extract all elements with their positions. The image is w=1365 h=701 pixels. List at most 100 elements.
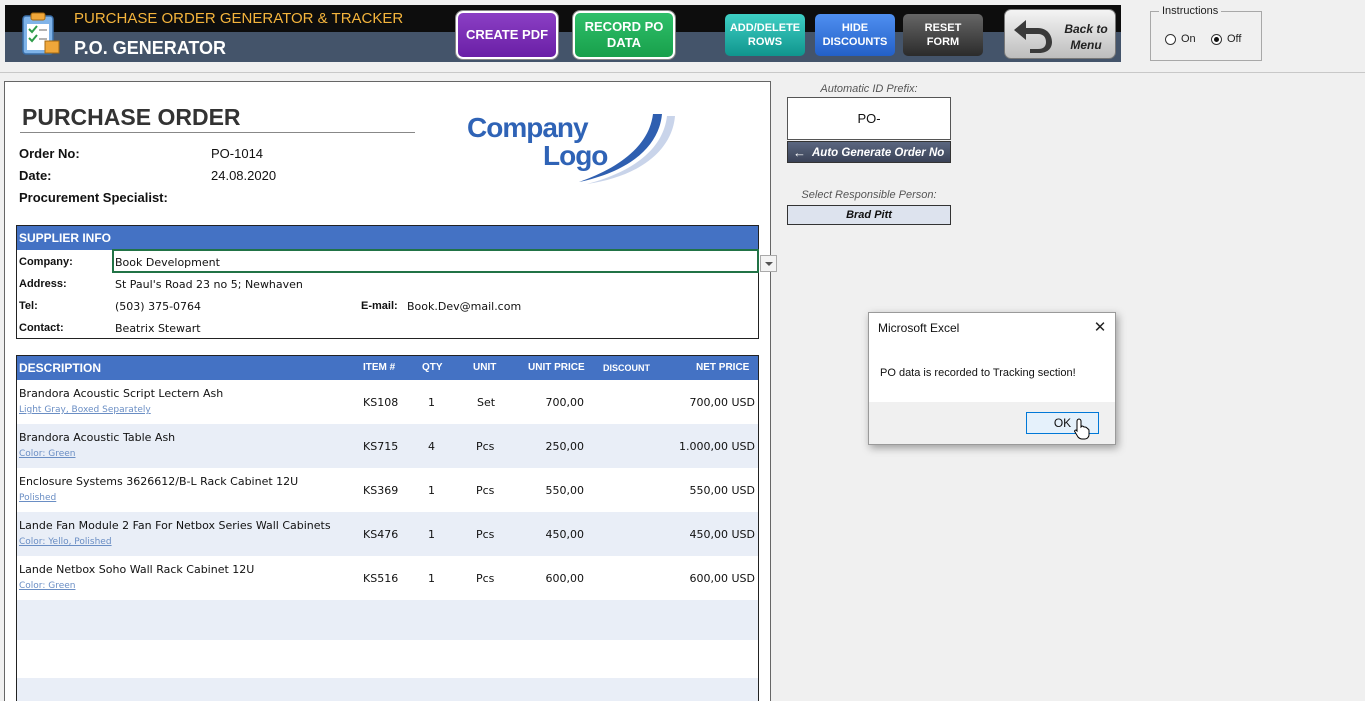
radio-off-indicator: [1165, 33, 1176, 45]
row-unit-price: 550,00: [545, 484, 585, 497]
email-value: Book.Dev@mail.com: [407, 300, 522, 313]
row-item-no: KS516: [363, 572, 399, 585]
address-value: St Paul's Road 23 no 5; Newhaven: [115, 278, 303, 291]
table-row[interactable]: Brandora Acoustic Table Ash Color: Green…: [17, 424, 758, 468]
row-qty: 1: [428, 572, 435, 585]
row-qty: 1: [428, 528, 435, 541]
row-unit-price: 450,00: [545, 528, 585, 541]
row-unit-price: 700,00: [545, 396, 585, 409]
row-subdescription: Color: Green: [19, 581, 76, 591]
row-item-no: KS369: [363, 484, 399, 497]
row-unit: Pcs: [476, 484, 495, 497]
radio-on-indicator: [1211, 33, 1222, 45]
row-currency: USD: [731, 572, 755, 585]
row-item-no: KS715: [363, 440, 399, 453]
order-no-value[interactable]: PO-1014: [211, 146, 263, 161]
responsible-person-label: Select Responsible Person:: [801, 189, 937, 201]
auto-generate-label: Auto Generate Order No: [812, 147, 945, 159]
row-net-price: 700,00: [689, 396, 729, 409]
row-currency: USD: [731, 528, 755, 541]
date-label: Date:: [19, 168, 52, 183]
mouse-pointer-icon: [1074, 418, 1090, 440]
row-qty: 1: [428, 484, 435, 497]
record-po-label-2: DATA: [606, 35, 642, 50]
col-net-price: NET PRICE: [696, 362, 750, 373]
table-row[interactable]: Enclosure Systems 3626612/B-L Rack Cabin…: [17, 468, 758, 512]
back-to-menu-button[interactable]: Back to Menu: [1004, 9, 1116, 59]
purchase-order-sheet: PURCHASE ORDER Order No: PO-1014 Date: 2…: [4, 81, 777, 701]
row-subdescription: Color: Yello, Polished: [19, 537, 112, 547]
header-banner: PURCHASE ORDER GENERATOR & TRACKER P.O. …: [5, 5, 1121, 62]
hide-discounts-button[interactable]: HIDE DISCOUNTS: [815, 14, 895, 56]
row-qty: 4: [428, 440, 435, 453]
supplier-info-heading: SUPPLIER INFO: [17, 226, 758, 250]
auto-generate-order-button[interactable]: ← Auto Generate Order No: [787, 141, 951, 163]
empty-row[interactable]: [17, 600, 758, 640]
row-net-price: 550,00: [689, 484, 729, 497]
instructions-on-radio[interactable]: On: [1165, 33, 1196, 45]
row-subdescription: Light Gray, Boxed Separately: [19, 405, 151, 415]
row-item-no: KS108: [363, 396, 399, 409]
row-currency: USD: [731, 484, 755, 497]
prefix-input[interactable]: PO-: [787, 97, 951, 140]
table-row[interactable]: Lande Fan Module 2 Fan For Netbox Series…: [17, 512, 758, 556]
row-description: Brandora Acoustic Table Ash: [19, 431, 176, 444]
create-pdf-button[interactable]: CREATE PDF: [456, 11, 558, 59]
date-value[interactable]: 24.08.2020: [211, 168, 276, 183]
add-delete-rows-button[interactable]: ADD/DELETE ROWS: [725, 14, 805, 56]
row-item-no: KS476: [363, 528, 399, 541]
col-qty: QTY: [422, 362, 443, 373]
divider: [0, 72, 1365, 73]
back-arrow-icon: [1014, 20, 1052, 53]
row-net-price: 600,00: [689, 572, 729, 585]
tel-value: (503) 375-0764: [115, 300, 202, 313]
col-item: ITEM #: [363, 362, 396, 373]
company-logo: Company Logo: [467, 112, 682, 187]
table-row[interactable]: Brandora Acoustic Script Lectern Ash Lig…: [17, 380, 758, 424]
row-subdescription: Color: Green: [19, 449, 76, 459]
row-description: Brandora Acoustic Script Lectern Ash: [19, 387, 224, 400]
table-row[interactable]: Lande Netbox Soho Wall Rack Cabinet 12U …: [17, 556, 758, 600]
empty-row[interactable]: [17, 678, 758, 701]
contact-value: Beatrix Stewart: [115, 322, 201, 335]
row-qty: 1: [428, 396, 435, 409]
col-description: DESCRIPTION: [19, 361, 102, 375]
company-value[interactable]: Book Development: [115, 256, 220, 269]
order-no-label: Order No:: [19, 146, 80, 161]
page-title: PURCHASE ORDER: [22, 104, 241, 130]
procurement-specialist-label: Procurement Specialist:: [19, 190, 168, 205]
tel-label: Tel:: [19, 300, 38, 312]
empty-row[interactable]: [17, 640, 758, 678]
row-description: Lande Fan Module 2 Fan For Netbox Series…: [19, 519, 331, 532]
reset-form-label-2: FORM: [926, 36, 960, 48]
back-label-2: Menu: [1070, 38, 1102, 52]
reset-form-button[interactable]: RESET FORM: [903, 14, 983, 56]
instructions-off-radio[interactable]: Off: [1211, 33, 1241, 45]
instructions-group: Instructions On Off: [1150, 5, 1262, 61]
company-dropdown-arrow-icon[interactable]: [760, 255, 777, 272]
close-icon[interactable]: ✕: [1091, 318, 1109, 336]
dialog-title: Microsoft Excel: [878, 321, 960, 335]
instructions-title: Instructions: [1159, 5, 1222, 17]
row-unit: Set: [477, 396, 496, 409]
row-subdescription: Polished: [19, 493, 57, 503]
address-label: Address:: [19, 278, 67, 290]
row-currency: USD: [731, 396, 755, 409]
instructions-on-label: On: [1181, 33, 1196, 45]
row-currency: USD: [731, 440, 755, 453]
row-description: Enclosure Systems 3626612/B-L Rack Cabin…: [19, 475, 299, 488]
col-unit: UNIT: [473, 362, 497, 373]
row-unit: Pcs: [476, 572, 495, 585]
items-table: DESCRIPTION ITEM # QTY UNIT UNIT PRICE D…: [16, 355, 759, 701]
left-arrow-icon: ←: [793, 145, 806, 160]
logo-text-line2: Logo: [543, 140, 608, 171]
row-net-price: 450,00: [689, 528, 729, 541]
col-unit-price: UNIT PRICE: [528, 362, 585, 373]
add-delete-label-2: ROWS: [747, 36, 783, 48]
reset-form-label-1: RESET: [924, 22, 962, 34]
responsible-person-select[interactable]: Brad Pitt: [787, 205, 951, 225]
record-po-data-button[interactable]: RECORD PO DATA: [573, 11, 675, 59]
col-discount: DISCOUNT: [603, 363, 650, 373]
instructions-off-label: Off: [1227, 33, 1242, 45]
email-label: E-mail:: [361, 300, 398, 312]
